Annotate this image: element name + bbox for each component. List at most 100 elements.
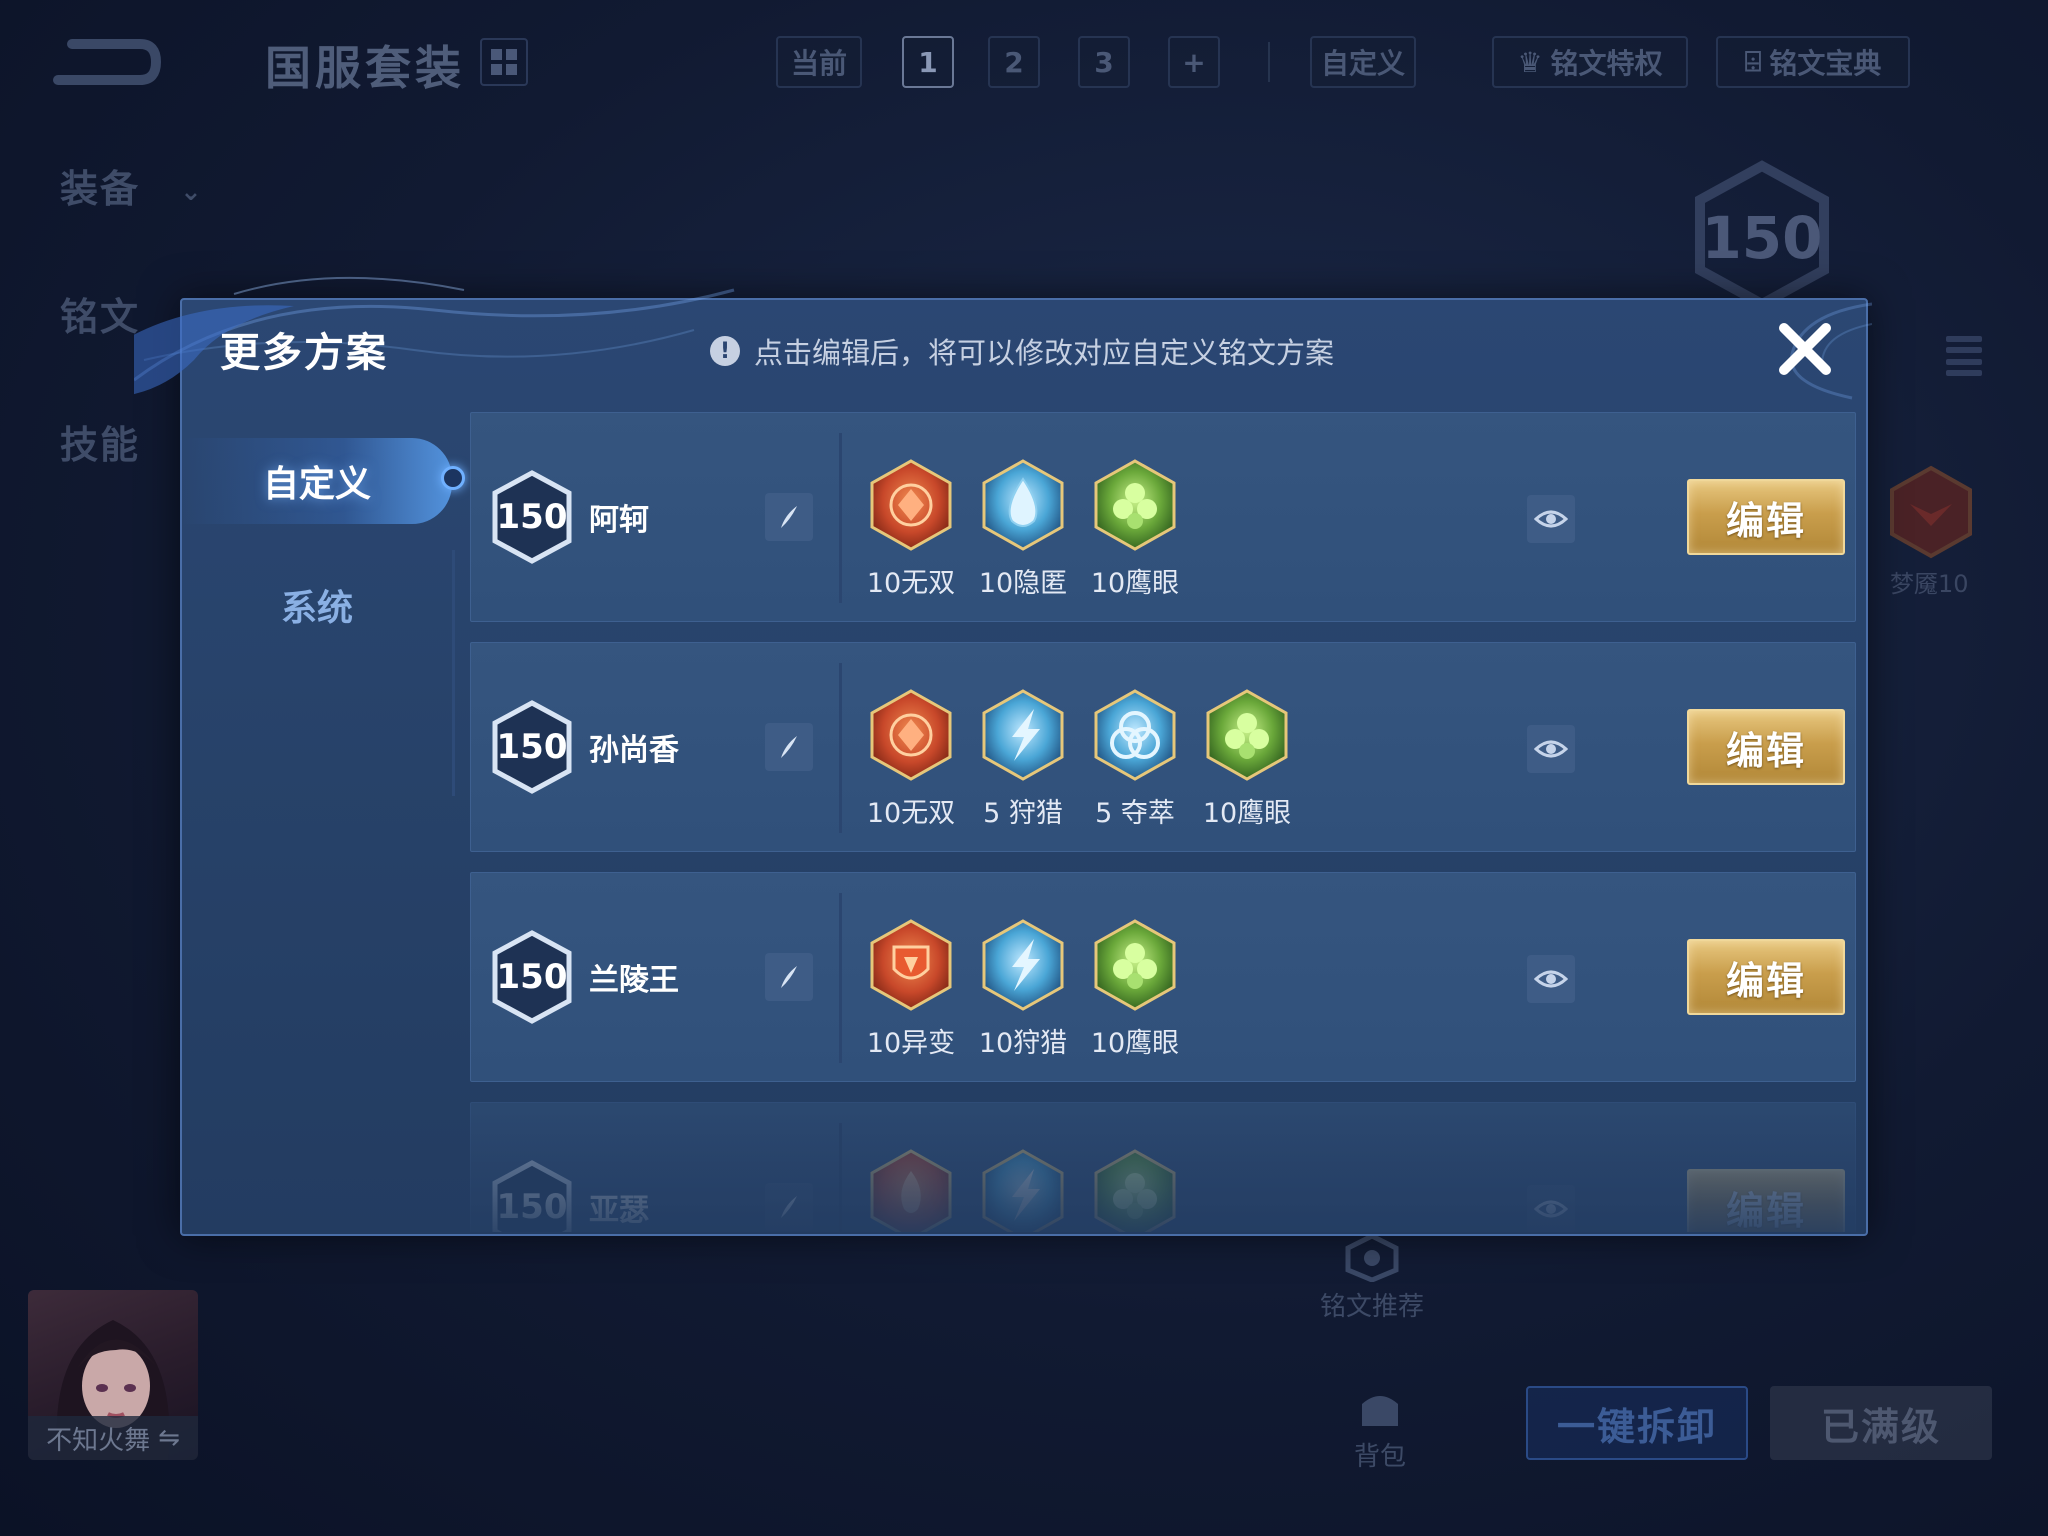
more-plans-dialog: 更多方案 ! 点击编辑后，将可以修改对应自定义铭文方案 自定义 系统 150 阿… [124, 276, 1873, 1236]
rune-slot[interactable]: 10鹰眼 [1191, 687, 1303, 830]
edit-button[interactable]: 编辑 [1687, 939, 1845, 1015]
eye-icon [1534, 740, 1568, 758]
divider [1268, 42, 1270, 82]
plan-row[interactable]: 150 兰陵王 10异变 10狩猎 10鹰眼 编辑 [470, 872, 1856, 1082]
rune-slot[interactable]: 10鹰眼 [1079, 457, 1191, 600]
active-tab-indicator [441, 466, 465, 490]
rune-label: 10狩猎 [978, 1028, 1068, 1059]
tab-current[interactable]: 当前 [776, 36, 862, 88]
green-clover-rune-icon [1206, 689, 1288, 781]
plan-row[interactable]: 150 孙尚香 10无双 5 狩猎 5 夺萃 10鹰眼 编辑 [470, 642, 1856, 852]
rune-label: 10无双 [866, 798, 956, 829]
back-button[interactable] [52, 34, 162, 90]
menu-icon[interactable] [1946, 332, 1982, 380]
rune-codex-button[interactable]: ⌹ 铭文宝典 [1716, 36, 1910, 88]
tab-suite-1[interactable]: 1 [902, 36, 954, 88]
tab-system[interactable]: 系统 [182, 562, 452, 648]
rename-button[interactable] [765, 723, 813, 771]
rune-slot[interactable] [967, 1147, 1079, 1232]
close-button[interactable] [1770, 314, 1840, 384]
edit-button[interactable]: 编辑 [1687, 1169, 1845, 1232]
rune-recommend-button[interactable]: 铭文推荐 [1320, 1234, 1424, 1323]
red-shield-rune-icon [870, 919, 952, 1011]
crown-icon: ♛ [1517, 45, 1543, 79]
red-flame-rune-icon [870, 1149, 952, 1232]
plan-row[interactable]: 150 亚瑟 编辑 [470, 1102, 1856, 1232]
rune-privilege-label: 铭文特权 [1550, 47, 1663, 80]
rune-label: 10无双 [866, 568, 956, 599]
plan-row[interactable]: 150 阿轲 10无双 10隐匿 10鹰眼 编辑 [470, 412, 1856, 622]
back-arrow-icon [53, 39, 162, 85]
hero-name: 孙尚香 [589, 733, 679, 768]
rune-set: 10异变 10狩猎 10鹰眼 [855, 917, 1191, 1060]
rune-slot[interactable]: 5 狩猎 [967, 687, 1079, 830]
eye-icon [1534, 510, 1568, 528]
blue-bolt-rune-icon [982, 919, 1064, 1011]
bg-rune-icon[interactable] [1886, 464, 1976, 560]
red-rose-rune-icon [870, 459, 952, 551]
edit-button[interactable]: 编辑 [1687, 479, 1845, 555]
rune-level-badge: 150 [489, 469, 575, 565]
divider [839, 1123, 842, 1232]
rune-privilege-button[interactable]: ♛ 铭文特权 [1492, 36, 1688, 88]
edit-button[interactable]: 编辑 [1687, 709, 1845, 785]
pencil-icon [781, 1196, 797, 1218]
green-clover-rune-icon [1094, 919, 1176, 1011]
hero-name: 阿轲 [589, 503, 649, 538]
rune-set: 10无双 10隐匿 10鹰眼 [855, 457, 1191, 600]
bag-icon [1362, 1396, 1398, 1426]
rename-button[interactable] [765, 1183, 813, 1231]
plan-list[interactable]: 150 阿轲 10无双 10隐匿 10鹰眼 编辑 150 孙尚香 10无双 5 … [470, 412, 1864, 1232]
preview-button[interactable] [1527, 1185, 1575, 1232]
rune-slot[interactable]: 10无双 [855, 687, 967, 830]
rune-slot[interactable]: 10异变 [855, 917, 967, 1060]
player-name-label: 不知火舞 [46, 1425, 151, 1456]
red-rose-rune-icon [870, 689, 952, 781]
rune-slot[interactable]: 5 夺萃 [1079, 687, 1191, 830]
rune-slot[interactable] [1079, 1147, 1191, 1232]
rename-button[interactable] [765, 493, 813, 541]
rune-label: 10鹰眼 [1202, 798, 1292, 829]
rune-slot[interactable]: 10鹰眼 [1079, 917, 1191, 1060]
tab-suite-2[interactable]: 2 [988, 36, 1040, 88]
swap-icon[interactable]: ⇋ [158, 1423, 180, 1453]
preview-button[interactable] [1527, 725, 1575, 773]
side-nav-skills[interactable]: 技能 [60, 414, 140, 469]
rune-slot[interactable] [855, 1147, 967, 1232]
side-nav-equipment[interactable]: 装备 ⌄ [60, 158, 204, 213]
blue-bolt-rune-icon [982, 1149, 1064, 1232]
hexagon-target-icon [1345, 1234, 1399, 1282]
rename-button[interactable] [765, 953, 813, 1001]
rune-label: 10隐匿 [978, 568, 1068, 599]
avatar[interactable]: 不知火舞 ⇋ [28, 1290, 198, 1460]
rune-level-badge: 150 [489, 1159, 575, 1232]
side-nav-runes[interactable]: 铭文 [60, 286, 140, 341]
suite-title: 国服套装 [265, 41, 465, 95]
green-clover-rune-icon [1094, 459, 1176, 551]
preview-button[interactable] [1527, 955, 1575, 1003]
rune-slot[interactable]: 10隐匿 [967, 457, 1079, 600]
rune-slot[interactable]: 10狩猎 [967, 917, 1079, 1060]
rune-level-value: 150 [496, 957, 568, 997]
custom-button[interactable]: 自定义 [1310, 36, 1416, 88]
dialog-hint-text: 点击编辑后，将可以修改对应自定义铭文方案 [754, 336, 1335, 370]
divider [839, 433, 842, 603]
hero-name: 亚瑟 [589, 1193, 649, 1228]
add-suite-button[interactable]: + [1168, 36, 1220, 88]
green-clover-rune-icon [1094, 1149, 1176, 1232]
uninstall-all-button[interactable]: 一键拆卸 [1526, 1386, 1748, 1460]
info-icon: ! [710, 336, 740, 366]
rune-slot[interactable]: 10无双 [855, 457, 967, 600]
hero-name: 兰陵王 [589, 963, 679, 998]
rune-level-badge: 150 [489, 699, 575, 795]
max-level-button[interactable]: 已满级 [1770, 1386, 1992, 1460]
side-nav-equipment-label: 装备 [60, 167, 141, 211]
tab-suite-3[interactable]: 3 [1078, 36, 1130, 88]
tab-divider [452, 550, 455, 796]
bag-button[interactable]: 背包 [1352, 1384, 1408, 1473]
tab-custom[interactable]: 自定义 [182, 438, 452, 524]
preview-button[interactable] [1527, 495, 1575, 543]
grid-icon[interactable] [480, 38, 528, 86]
rune-recommend-label: 铭文推荐 [1320, 1292, 1425, 1322]
blue-knot-rune-icon [1094, 689, 1176, 781]
